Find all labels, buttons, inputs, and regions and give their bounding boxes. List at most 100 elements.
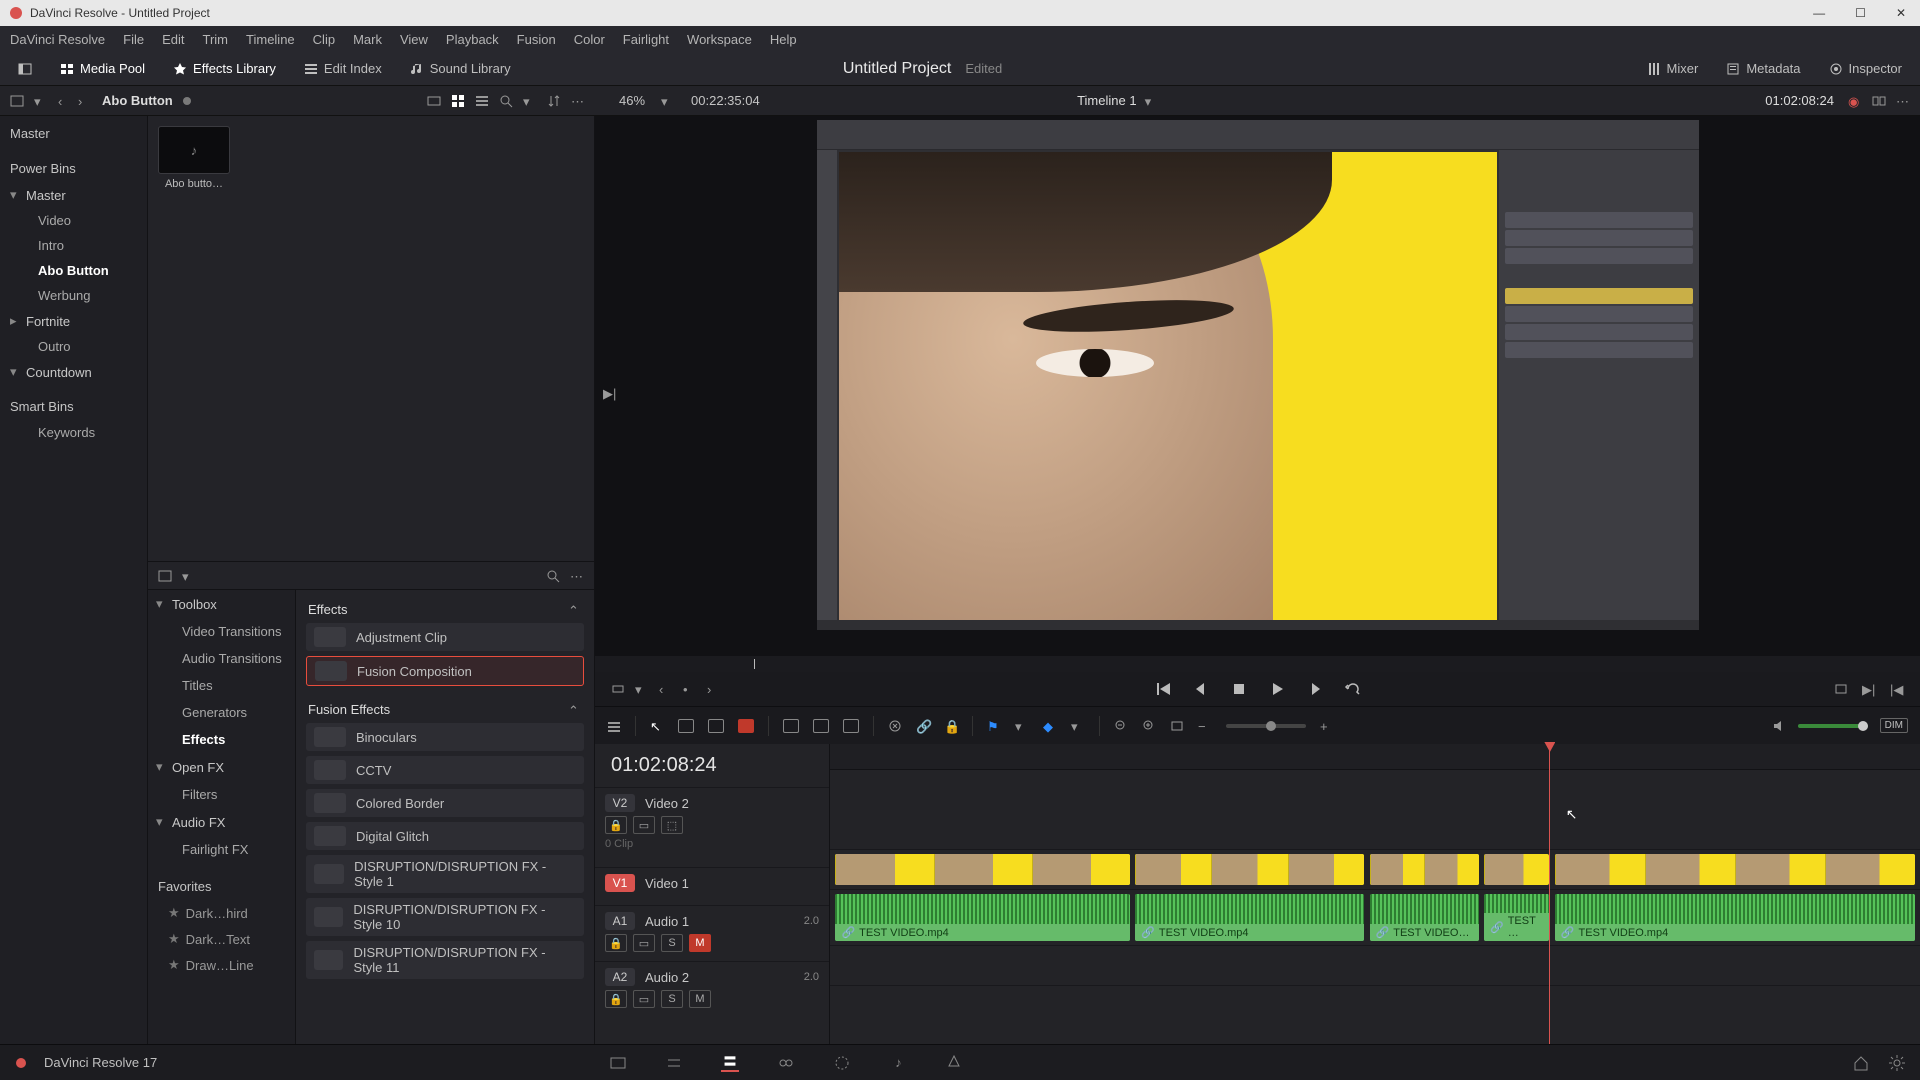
fx-digital-glitch[interactable]: Digital Glitch	[306, 822, 584, 850]
edit-index-button[interactable]: Edit Index	[296, 57, 390, 80]
track-tag[interactable]: V1	[605, 874, 635, 892]
search-icon[interactable]	[499, 94, 513, 108]
more-icon[interactable]: ⋯	[1896, 94, 1910, 108]
minus-icon[interactable]: −	[1198, 719, 1212, 733]
page-media[interactable]	[609, 1054, 627, 1072]
fx-disruption-1[interactable]: DISRUPTION/DISRUPTION FX - Style 1	[306, 855, 584, 893]
effects-library-button[interactable]: Effects Library	[165, 57, 284, 80]
view-grid-icon[interactable]	[451, 94, 465, 108]
layout-icon[interactable]	[10, 94, 24, 108]
inspector-button[interactable]: Inspector	[1821, 57, 1910, 80]
fx-disruption-10[interactable]: DISRUPTION/DISRUPTION FX - Style 10	[306, 898, 584, 936]
timeline-tracks[interactable]: 🔗TEST VIDEO.mp4 🔗TEST VIDEO.mp4 🔗TEST VI…	[830, 744, 1920, 1044]
menu-mark[interactable]: Mark	[353, 32, 382, 47]
track-header-a1[interactable]: A1 Audio 1 2.0 🔒 ▭ S M	[595, 905, 829, 961]
fx-disruption-11[interactable]: DISRUPTION/DISRUPTION FX - Style 11	[306, 941, 584, 979]
fx-colored-border[interactable]: Colored Border	[306, 789, 584, 817]
chevron-up-icon[interactable]: ⌃	[568, 603, 582, 617]
dual-view-icon[interactable]	[1872, 94, 1886, 108]
track-lane-v1[interactable]	[830, 850, 1920, 890]
playhead[interactable]	[1549, 744, 1550, 1044]
toggle-panel-button[interactable]	[10, 58, 40, 80]
maximize-button[interactable]: ☐	[1849, 4, 1872, 22]
menu-view[interactable]: View	[400, 32, 428, 47]
volume-icon[interactable]	[1772, 719, 1786, 733]
media-clip[interactable]: ♪ Abo butto…	[158, 126, 230, 190]
step-fwd-icon[interactable]: ▶|	[603, 386, 617, 400]
track-header-v1[interactable]: V1 Video 1	[595, 867, 829, 905]
openfx-header[interactable]: ▾Open FX	[148, 753, 295, 781]
smart-bin-keywords[interactable]: Keywords	[0, 420, 147, 445]
sort-icon[interactable]	[547, 94, 561, 108]
page-edit[interactable]	[721, 1054, 739, 1072]
fav-item[interactable]: ★Draw…Line	[148, 952, 295, 978]
fx-cctv[interactable]: CCTV	[306, 756, 584, 784]
fx-fusion-composition[interactable]: Fusion Composition	[306, 656, 584, 686]
page-color[interactable]	[833, 1054, 851, 1072]
menu-davinci[interactable]: DaVinci Resolve	[10, 32, 105, 47]
go-start-button[interactable]	[1154, 680, 1172, 698]
media-pool-button[interactable]: Media Pool	[52, 57, 153, 80]
trim-tool[interactable]	[678, 719, 694, 733]
bin-outro[interactable]: Outro	[0, 334, 147, 359]
tl-view-icon[interactable]	[607, 719, 621, 733]
zoom-slider[interactable]	[1226, 724, 1306, 728]
nav-fwd-button[interactable]: ›	[78, 94, 92, 108]
dim-button[interactable]: DIM	[1880, 718, 1908, 733]
close-button[interactable]: ✕	[1890, 4, 1912, 22]
menu-help[interactable]: Help	[770, 32, 797, 47]
view-list-icon[interactable]	[475, 94, 489, 108]
nav-video-transitions[interactable]: Video Transitions	[148, 618, 295, 645]
menu-workspace[interactable]: Workspace	[687, 32, 752, 47]
program-monitor[interactable]	[817, 120, 1699, 630]
solo-button[interactable]: S	[661, 990, 683, 1008]
menu-timeline[interactable]: Timeline	[246, 32, 295, 47]
stop-button[interactable]	[1230, 680, 1248, 698]
search-icon[interactable]	[546, 569, 560, 583]
nav-back-button[interactable]: ‹	[58, 94, 72, 108]
inout-icon[interactable]	[611, 682, 625, 696]
viewer-scrubber[interactable]	[595, 656, 1920, 672]
zoom-in-icon[interactable]	[1142, 719, 1156, 733]
chevron-down-icon[interactable]: ▾	[182, 569, 196, 583]
chevron-down-icon[interactable]: ▾	[1015, 719, 1029, 733]
track-enable-button[interactable]: ▭	[633, 816, 655, 834]
play-button[interactable]	[1268, 680, 1286, 698]
go-start-button2[interactable]: |◀	[1890, 682, 1904, 696]
bin-werbung[interactable]: Werbung	[0, 283, 147, 308]
bin-fortnite[interactable]: ▸Fortnite	[0, 308, 147, 334]
solo-button[interactable]: S	[661, 934, 683, 952]
chevron-down-icon[interactable]: ▾	[1071, 719, 1085, 733]
menu-playback[interactable]: Playback	[446, 32, 499, 47]
menu-fusion[interactable]: Fusion	[517, 32, 556, 47]
menu-trim[interactable]: Trim	[203, 32, 229, 47]
track-enable-button[interactable]: ▭	[633, 990, 655, 1008]
dynamic-trim-icon[interactable]	[888, 719, 902, 733]
chevron-down-icon[interactable]: ▾	[34, 94, 48, 108]
lock-icon[interactable]: 🔒	[944, 719, 958, 733]
menu-file[interactable]: File	[123, 32, 144, 47]
track-lock-button[interactable]: 🔒	[605, 816, 627, 834]
layout-icon[interactable]	[158, 569, 172, 583]
menu-edit[interactable]: Edit	[162, 32, 184, 47]
plus-icon[interactable]: +	[1320, 719, 1334, 733]
chevron-down-icon[interactable]: ▾	[523, 94, 537, 108]
track-header-a2[interactable]: A2 Audio 2 2.0 🔒 ▭ S M	[595, 961, 829, 1005]
blade-all-tool[interactable]	[738, 719, 754, 733]
home-icon[interactable]	[1852, 1054, 1870, 1072]
page-fusion[interactable]	[777, 1054, 795, 1072]
chevron-down-icon[interactable]: ▾	[635, 682, 649, 696]
track-tag[interactable]: V2	[605, 794, 635, 812]
insert-tool[interactable]	[783, 719, 799, 733]
track-fx-button[interactable]: ⬚	[661, 816, 683, 834]
more-icon[interactable]: ⋯	[571, 94, 585, 108]
menu-clip[interactable]: Clip	[313, 32, 335, 47]
replace-tool[interactable]	[843, 719, 859, 733]
timeline-ruler[interactable]	[830, 744, 1920, 770]
bin-video[interactable]: Video	[0, 208, 147, 233]
viewer-zoom[interactable]: 46%	[619, 93, 645, 108]
flag-icon[interactable]: ⚑	[987, 719, 1001, 733]
blade-tool[interactable]	[708, 719, 724, 733]
track-tag[interactable]: A1	[605, 912, 635, 930]
timeline-name[interactable]: Timeline 1	[1077, 93, 1136, 108]
